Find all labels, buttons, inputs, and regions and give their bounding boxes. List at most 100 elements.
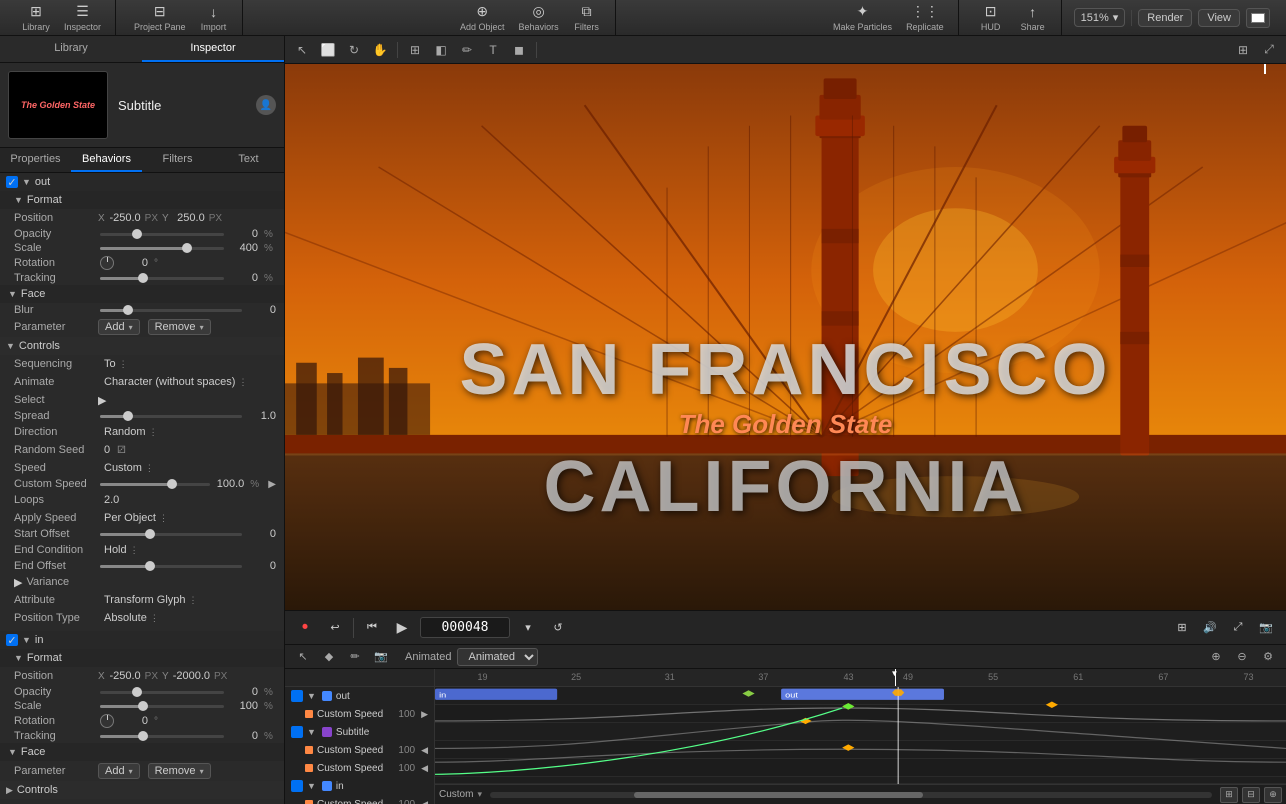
end-offset-value[interactable]: 0 bbox=[248, 560, 276, 572]
in-scale-slider[interactable] bbox=[100, 705, 224, 708]
skip-back-button[interactable]: ⏮ bbox=[360, 616, 384, 640]
cs4-arrow[interactable]: ◀ bbox=[421, 799, 428, 804]
video-tool-rect[interactable]: ⊞ bbox=[404, 40, 426, 60]
project-pane-button[interactable]: ⊟ Project Pane bbox=[128, 1, 192, 34]
blur-value[interactable]: 0 bbox=[248, 304, 276, 316]
track-label-custom-speed-2[interactable]: Custom Speed 100 ◀ bbox=[285, 741, 434, 759]
cs2-arrow[interactable]: ◀ bbox=[421, 745, 428, 756]
face-section-header[interactable]: ▼ Face bbox=[0, 285, 284, 303]
in-rotation-dial[interactable] bbox=[100, 714, 114, 728]
audio-btn[interactable]: ⊞ bbox=[1170, 616, 1194, 640]
opacity-slider[interactable] bbox=[100, 233, 224, 236]
attribute-value[interactable]: Transform Glyph ⋮ bbox=[104, 594, 198, 606]
in-checkbox[interactable]: ✓ bbox=[6, 634, 18, 646]
sequencing-value[interactable]: To ⋮ bbox=[104, 358, 128, 370]
timecode-dropdown[interactable]: ▾ bbox=[516, 616, 540, 640]
in-x-value[interactable]: -250.0 bbox=[109, 670, 141, 682]
animated-select[interactable]: Animated All bbox=[457, 648, 538, 666]
in-face-header[interactable]: ▼ Face bbox=[0, 743, 284, 761]
tab-behaviors[interactable]: Behaviors bbox=[71, 148, 142, 172]
hud-button[interactable]: ⊡ HUD bbox=[971, 1, 1011, 34]
y-value[interactable]: 250.0 bbox=[173, 212, 205, 224]
replicate-button[interactable]: ⋮⋮ Replicate bbox=[900, 1, 950, 34]
behaviors-button[interactable]: ◎ Behaviors bbox=[513, 1, 565, 34]
tracking-slider[interactable] bbox=[100, 277, 224, 280]
out-section-header[interactable]: ✓ ▼ out bbox=[0, 173, 284, 191]
in-rotation-value[interactable]: 0 bbox=[120, 715, 148, 727]
play-button[interactable]: ▶ bbox=[390, 616, 414, 640]
blur-slider[interactable] bbox=[100, 309, 242, 312]
animate-value[interactable]: Character (without spaces) ⋮ bbox=[104, 376, 247, 388]
video-tool-pointer[interactable]: ↖ bbox=[291, 40, 313, 60]
in-remove-dropdown[interactable]: Remove ▾ bbox=[148, 763, 211, 779]
in-opacity-value[interactable]: 0 bbox=[230, 686, 258, 698]
library-button[interactable]: ⊞ Library bbox=[16, 1, 56, 34]
remove-dropdown[interactable]: Remove ▾ bbox=[148, 319, 211, 335]
in-add-dropdown[interactable]: Add ▾ bbox=[98, 763, 140, 779]
track-label-subtitle-1[interactable]: ▼ Subtitle bbox=[285, 723, 434, 741]
refresh-button[interactable]: ↺ bbox=[546, 616, 570, 640]
apply-speed-value[interactable]: Per Object ⋮ bbox=[104, 512, 168, 524]
tl-pointer-tool[interactable]: ↖ bbox=[293, 648, 313, 666]
start-offset-value[interactable]: 0 bbox=[248, 528, 276, 540]
track-label-custom-speed-3[interactable]: Custom Speed 100 ◀ bbox=[285, 759, 434, 777]
in-format-header[interactable]: ▼ Format bbox=[0, 649, 284, 667]
tl-camera-tool[interactable]: 📷 bbox=[371, 648, 391, 666]
add-dropdown[interactable]: Add ▾ bbox=[98, 319, 140, 335]
pb-fullscreen[interactable]: ⤢ bbox=[1226, 616, 1250, 640]
view-button[interactable]: View bbox=[1198, 9, 1240, 27]
video-tool-meter[interactable]: ◧ bbox=[430, 40, 452, 60]
scale-slider[interactable] bbox=[100, 247, 224, 250]
cs1-arrow[interactable]: ▶ bbox=[421, 709, 428, 720]
cs3-arrow[interactable]: ◀ bbox=[421, 763, 428, 774]
custom-speed-value[interactable]: 100.0 bbox=[216, 478, 244, 490]
dice-icon[interactable]: ⚂ bbox=[117, 445, 126, 456]
tl-zoom-in[interactable]: ⊕ bbox=[1206, 648, 1226, 666]
mute-btn[interactable]: 🔊 bbox=[1198, 616, 1222, 640]
video-tool-hand[interactable]: ✋ bbox=[369, 40, 391, 60]
spread-slider[interactable] bbox=[100, 415, 242, 418]
position-type-value[interactable]: Absolute ⋮ bbox=[104, 612, 159, 624]
spread-value[interactable]: 1.0 bbox=[248, 410, 276, 422]
opacity-value[interactable]: 0 bbox=[230, 228, 258, 240]
x-value[interactable]: -250.0 bbox=[109, 212, 141, 224]
track-label-out[interactable]: ▼ out bbox=[285, 687, 434, 705]
timecode[interactable]: 000048 bbox=[420, 617, 510, 638]
end-offset-slider[interactable] bbox=[100, 565, 242, 568]
video-tool-pen[interactable]: ✏ bbox=[456, 40, 478, 60]
scale-value[interactable]: 400 bbox=[230, 242, 258, 254]
custom-dropdown[interactable]: ▾ bbox=[477, 789, 482, 800]
video-tool-rotate[interactable]: ↻ bbox=[343, 40, 365, 60]
tab-inspector[interactable]: Inspector bbox=[142, 36, 284, 62]
inspector-content[interactable]: ✓ ▼ out ▼ Format Position X -250.0 PX Y … bbox=[0, 173, 284, 804]
render-button[interactable]: Render bbox=[1138, 9, 1192, 27]
random-seed-value[interactable]: 0 ⚂ bbox=[104, 444, 126, 456]
controls-section-header[interactable]: ▼ Controls bbox=[0, 337, 284, 355]
add-object-button[interactable]: ⊕ Add Object bbox=[454, 1, 511, 34]
tl-pen-tool[interactable]: ✏ bbox=[345, 648, 365, 666]
share-button[interactable]: ↑ Share bbox=[1013, 2, 1053, 34]
tab-properties[interactable]: Properties bbox=[0, 148, 71, 172]
tl-zoom-out[interactable]: ⊖ bbox=[1232, 648, 1252, 666]
custom-speed-arrow[interactable]: ▶ bbox=[268, 479, 276, 490]
end-condition-value[interactable]: Hold ⋮ bbox=[104, 544, 139, 556]
safe-zones-btn[interactable]: ⊞ bbox=[1232, 40, 1254, 60]
track-cb-out[interactable] bbox=[291, 690, 303, 702]
inspector-button[interactable]: ☰ Inspector bbox=[58, 1, 107, 34]
tl-end-btn1[interactable]: ⊞ bbox=[1220, 787, 1238, 803]
timeline-scrollbar-thumb[interactable] bbox=[634, 792, 923, 798]
tab-text[interactable]: Text bbox=[213, 148, 284, 172]
in-section-header[interactable]: ✓ ▼ in bbox=[0, 631, 284, 649]
in-tracking-slider[interactable] bbox=[100, 735, 224, 738]
tl-end-btn2[interactable]: ⊟ bbox=[1242, 787, 1260, 803]
track-label-in[interactable]: ▼ in bbox=[285, 777, 434, 795]
full-screen-btn[interactable]: ⤢ bbox=[1258, 40, 1280, 60]
tracking-value[interactable]: 0 bbox=[230, 272, 258, 284]
tl-settings[interactable]: ⚙ bbox=[1258, 648, 1278, 666]
zoom-control[interactable]: 151% ▾ bbox=[1074, 8, 1126, 27]
color-swatch[interactable] bbox=[1246, 8, 1270, 28]
in-opacity-slider[interactable] bbox=[100, 691, 224, 694]
tab-library[interactable]: Library bbox=[0, 36, 142, 62]
make-particles-button[interactable]: ✦ Make Particles bbox=[827, 1, 898, 34]
loop-button[interactable]: ↩ bbox=[323, 616, 347, 640]
